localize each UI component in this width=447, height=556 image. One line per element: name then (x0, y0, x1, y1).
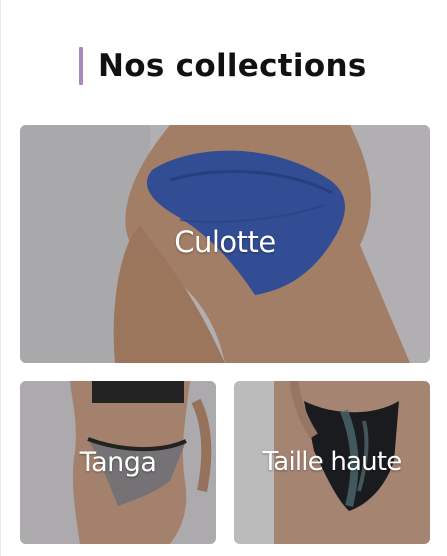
collection-card-taille-haute[interactable]: Taille haute (234, 381, 430, 544)
collection-card-tanga[interactable]: Tanga (20, 381, 216, 544)
collection-label: Taille haute (262, 447, 403, 477)
section-title: Nos collections (98, 48, 367, 84)
collection-label: Culotte (174, 225, 276, 259)
heading-accent-bar (79, 47, 83, 85)
section-heading: Nos collections (79, 46, 367, 86)
collection-card-culotte[interactable]: Culotte (20, 125, 430, 363)
page-left-border (0, 0, 1, 556)
collection-label: Tanga (79, 447, 157, 478)
